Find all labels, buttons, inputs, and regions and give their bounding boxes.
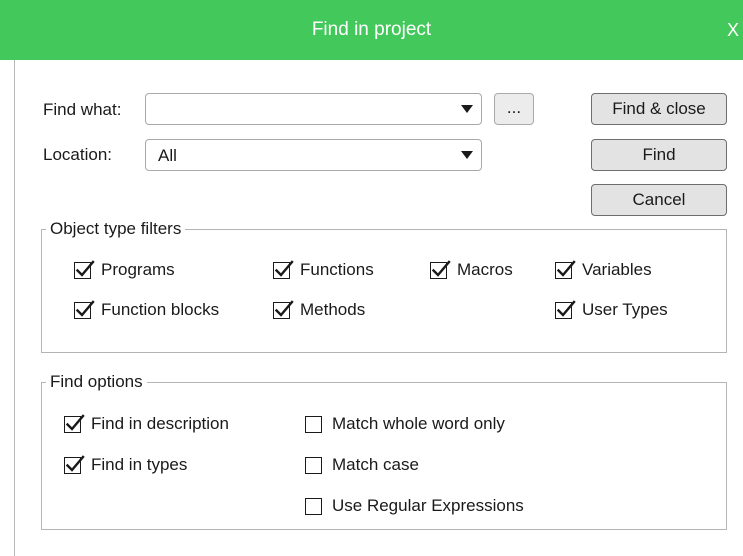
checkbox-label: Use Regular Expressions bbox=[332, 496, 524, 515]
title-bar: Find in project X bbox=[0, 0, 743, 60]
checkbox-unchecked-icon[interactable] bbox=[305, 415, 322, 433]
cancel-button[interactable]: Cancel bbox=[591, 184, 727, 216]
checkbox-find-in-types[interactable]: Find in types bbox=[64, 454, 188, 475]
chevron-down-icon bbox=[461, 151, 473, 159]
chevron-down-icon bbox=[461, 105, 473, 113]
checkbox-label: Find in types bbox=[91, 455, 188, 474]
checkbox-checked-icon[interactable] bbox=[64, 413, 85, 433]
checkbox-programs[interactable]: Programs bbox=[74, 259, 175, 280]
checkbox-checked-icon[interactable] bbox=[74, 259, 95, 279]
checkbox-checked-icon[interactable] bbox=[64, 454, 85, 474]
checkbox-checked-icon[interactable] bbox=[273, 299, 294, 319]
checkbox-label: Function blocks bbox=[101, 300, 220, 319]
checkbox-match-case[interactable]: Match case bbox=[305, 455, 419, 475]
checkbox-variables[interactable]: Variables bbox=[555, 259, 652, 280]
location-select[interactable]: All bbox=[145, 139, 482, 171]
find-what-label: Find what: bbox=[43, 100, 122, 119]
checkbox-label: Functions bbox=[300, 260, 374, 279]
checkbox-checked-icon[interactable] bbox=[555, 299, 576, 319]
find-what-combobox[interactable] bbox=[145, 93, 482, 125]
find-close-button[interactable]: Find & close bbox=[591, 93, 727, 125]
dialog-title: Find in project bbox=[311, 19, 432, 40]
checkbox-label: Variables bbox=[582, 260, 652, 279]
location-label: Location: bbox=[43, 145, 112, 164]
checkbox-find-in-description[interactable]: Find in description bbox=[64, 413, 229, 434]
object-type-filters-legend: Object type filters bbox=[46, 219, 186, 239]
location-value: All bbox=[158, 146, 177, 165]
close-button[interactable]: X bbox=[727, 20, 739, 41]
find-what-input[interactable] bbox=[154, 98, 448, 122]
checkbox-user-types[interactable]: User Types bbox=[555, 299, 668, 320]
find-button[interactable]: Find bbox=[591, 139, 727, 171]
checkbox-functions[interactable]: Functions bbox=[273, 259, 374, 280]
checkbox-unchecked-icon[interactable] bbox=[305, 456, 322, 474]
checkbox-unchecked-icon[interactable] bbox=[305, 497, 322, 515]
checkbox-methods[interactable]: Methods bbox=[273, 299, 366, 320]
checkbox-label: Match whole word only bbox=[332, 414, 505, 433]
checkbox-function-blocks[interactable]: Function blocks bbox=[74, 299, 220, 320]
object-type-filters-group bbox=[41, 229, 727, 353]
find-what-dropdown-arrow[interactable] bbox=[453, 94, 481, 124]
checkbox-macros[interactable]: Macros bbox=[430, 259, 513, 280]
browse-button[interactable]: ... bbox=[494, 93, 534, 125]
checkbox-checked-icon[interactable] bbox=[555, 259, 576, 279]
checkbox-label: Methods bbox=[300, 300, 366, 319]
checkbox-use-regular-expressions[interactable]: Use Regular Expressions bbox=[305, 496, 524, 516]
checkbox-checked-icon[interactable] bbox=[273, 259, 294, 279]
checkbox-checked-icon[interactable] bbox=[430, 259, 451, 279]
location-dropdown-arrow[interactable] bbox=[453, 140, 481, 170]
dialog-border bbox=[14, 60, 15, 556]
find-options-legend: Find options bbox=[46, 372, 147, 392]
checkbox-label: Find in description bbox=[91, 414, 229, 433]
checkbox-label: Macros bbox=[457, 260, 513, 279]
checkbox-match-whole-word-only[interactable]: Match whole word only bbox=[305, 414, 505, 434]
checkbox-checked-icon[interactable] bbox=[74, 299, 95, 319]
checkbox-label: Match case bbox=[332, 455, 419, 474]
checkbox-label: Programs bbox=[101, 260, 175, 279]
checkbox-label: User Types bbox=[582, 300, 668, 319]
